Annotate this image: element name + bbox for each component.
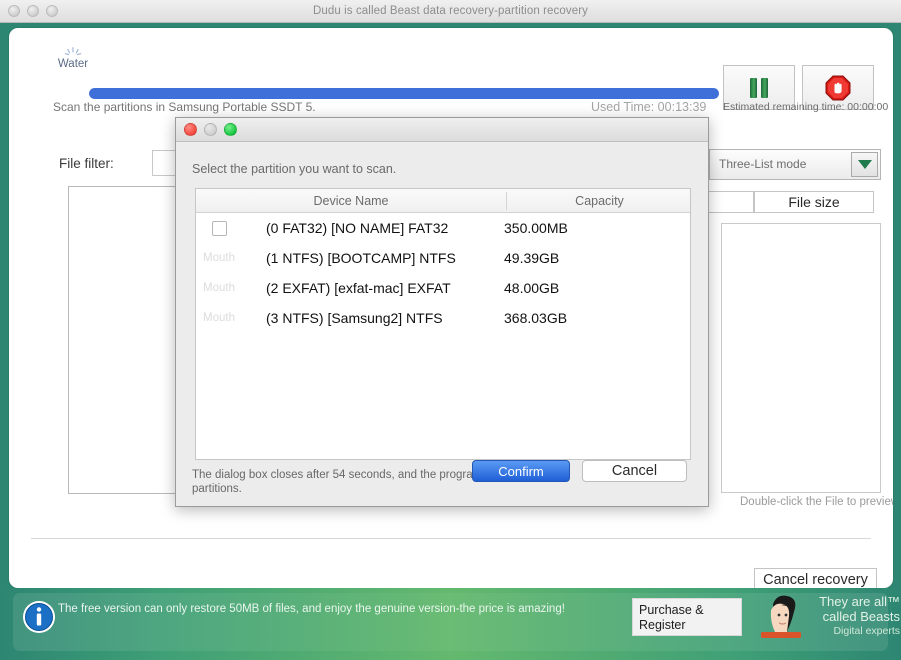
cell-device-name: (2 EXFAT) [exfat-mac] EXFAT xyxy=(266,273,451,303)
table-row[interactable]: Mouth (3 NTFS) [Samsung2] NTFS 368.03GB xyxy=(196,303,690,333)
scan-progress-fill xyxy=(89,88,719,99)
row-ghost-label: Mouth xyxy=(203,312,235,324)
window-title: Dudu is called Beast data recovery-parti… xyxy=(0,0,901,23)
info-icon xyxy=(22,600,56,634)
cancel-recovery-button[interactable]: Cancel recovery xyxy=(754,568,877,588)
row-select-cell[interactable]: Mouth xyxy=(202,309,236,327)
column-header-capacity: Capacity xyxy=(507,189,692,213)
confirm-button[interactable]: Confirm xyxy=(472,460,570,482)
dialog-close-icon[interactable] xyxy=(184,123,197,136)
cancel-button[interactable]: Cancel xyxy=(582,460,687,482)
spinner-label: Water xyxy=(53,59,93,70)
table-row[interactable]: (0 FAT32) [NO NAME] FAT32 350.00MB xyxy=(196,213,690,243)
file-size-button[interactable]: File size xyxy=(754,191,874,213)
column-header-device-name: Device Name xyxy=(196,189,506,213)
cell-capacity: 350.00MB xyxy=(504,213,568,243)
scan-spinner: Water xyxy=(53,46,93,70)
dialog-window-controls xyxy=(184,123,237,136)
dialog-minimize-icon[interactable] xyxy=(204,123,217,136)
table-row[interactable]: Mouth (2 EXFAT) [exfat-mac] EXFAT 48.00GB xyxy=(196,273,690,303)
row-ghost-label: Mouth xyxy=(203,282,235,294)
partition-table: Device Name Capacity (0 FAT32) [NO NAME]… xyxy=(195,188,691,460)
scan-status-text: Scan the partitions in Samsung Portable … xyxy=(53,100,316,114)
table-body: (0 FAT32) [NO NAME] FAT32 350.00MB Mouth (1… xyxy=(196,213,690,333)
brand-line-1: They are all™ xyxy=(800,594,900,609)
file-list-panel[interactable] xyxy=(721,223,881,493)
brand-line-3: Digital experts xyxy=(800,624,900,638)
estimated-remaining-label: Estimated remaining time: 00:00:00 xyxy=(723,101,888,113)
cell-device-name: (3 NTFS) [Samsung2] NTFS xyxy=(266,303,443,333)
purchase-register-button[interactable]: Purchase & Register xyxy=(632,598,742,636)
cell-capacity: 368.03GB xyxy=(504,303,567,333)
row-select-cell[interactable]: Mouth xyxy=(202,279,236,297)
cell-capacity: 49.39GB xyxy=(504,243,559,273)
cell-device-name: (1 NTFS) [BOOTCAMP] NTFS xyxy=(266,243,456,273)
preview-hint-text: Double-click the File to preview. xyxy=(740,496,893,508)
row-select-cell[interactable] xyxy=(202,219,236,237)
table-header: Device Name Capacity xyxy=(196,189,690,213)
chevron-down-icon[interactable] xyxy=(851,152,878,177)
file-filter-label: File filter: xyxy=(59,156,114,171)
brand-line-2: called Beasts xyxy=(800,609,900,624)
cell-device-name: (0 FAT32) [NO NAME] FAT32 xyxy=(266,213,448,243)
used-time-label: Used Time: 00:13:39 xyxy=(591,100,706,114)
app-root: Dudu is called Beast data recovery-parti… xyxy=(0,0,901,660)
dialog-zoom-icon[interactable] xyxy=(224,123,237,136)
row-ghost-label: Mouth xyxy=(203,252,235,264)
view-mode-select[interactable]: Three-List mode xyxy=(709,149,881,180)
row-select-cell[interactable]: Mouth xyxy=(202,249,236,267)
scan-progress-bar xyxy=(89,88,719,99)
promo-text: The free version can only restore 50MB o… xyxy=(58,601,658,617)
partition-select-dialog: Select the partition you want to scan. D… xyxy=(175,117,709,507)
dialog-titlebar xyxy=(176,118,708,142)
row-checkbox[interactable] xyxy=(212,221,227,236)
loading-spinner-icon xyxy=(64,46,82,58)
stop-icon xyxy=(825,75,851,101)
os-titlebar: Dudu is called Beast data recovery-parti… xyxy=(0,0,901,23)
table-row[interactable]: Mouth (1 NTFS) [BOOTCAMP] NTFS 49.39GB xyxy=(196,243,690,273)
brand-block: They are all™ called Beasts Digital expe… xyxy=(800,594,900,638)
view-mode-value: Three-List mode xyxy=(719,157,806,171)
divider xyxy=(31,538,871,539)
pause-icon xyxy=(750,78,768,98)
dialog-prompt: Select the partition you want to scan. xyxy=(192,162,396,176)
cell-capacity: 48.00GB xyxy=(504,273,559,303)
